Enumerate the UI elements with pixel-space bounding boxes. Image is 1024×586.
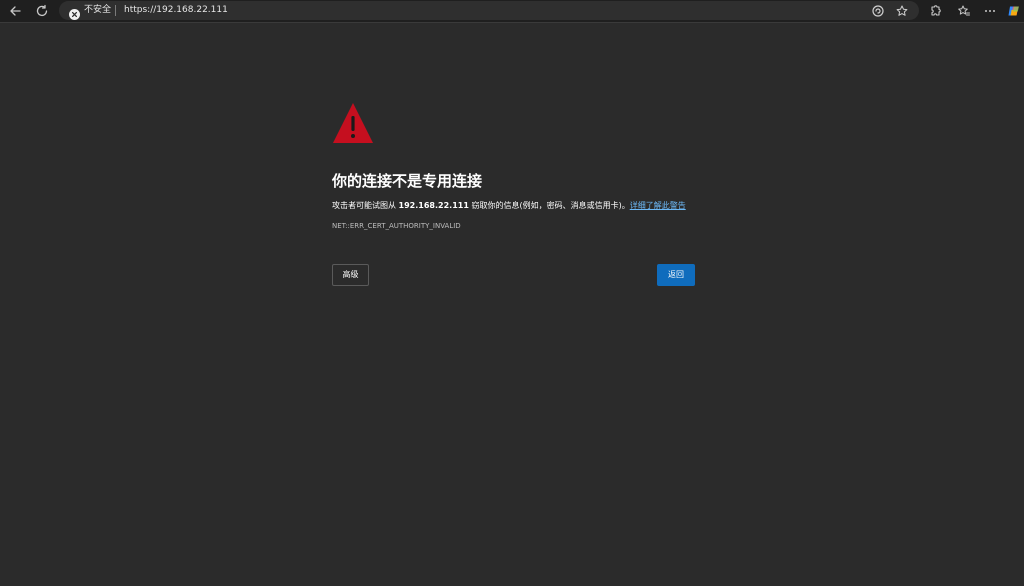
favorites-icon[interactable]: [955, 2, 973, 20]
warning-icon: [332, 102, 374, 144]
read-aloud-icon[interactable]: [870, 3, 885, 18]
page-title: 你的连接不是专用连接: [332, 172, 483, 190]
not-secure-icon[interactable]: [69, 5, 80, 20]
host-name: 192.168.22.111: [398, 201, 469, 210]
refresh-icon[interactable]: [33, 2, 51, 20]
address-divider: [115, 5, 116, 16]
warning-dot: [351, 134, 355, 138]
advanced-button[interactable]: 高级: [332, 264, 369, 286]
learn-more-link[interactable]: 详细了解此警告: [630, 201, 686, 210]
message-suffix: 窃取你的信息(例如，密码、消息或信用卡)。: [471, 201, 630, 210]
warning-exclamation: [351, 116, 355, 131]
extensions-icon[interactable]: [926, 2, 944, 20]
address-bar[interactable]: 不安全 https://192.168.22.111: [59, 1, 919, 20]
url-text[interactable]: https://192.168.22.111: [124, 4, 228, 16]
error-code: NET::ERR_CERT_AUTHORITY_INVALID: [332, 222, 461, 230]
browser-toolbar: 不安全 https://192.168.22.111: [0, 0, 1024, 23]
more-icon[interactable]: [981, 2, 999, 20]
copilot-icon[interactable]: [1005, 2, 1023, 20]
message-prefix: 攻击者可能试图从: [332, 201, 396, 210]
star-icon[interactable]: [894, 3, 909, 18]
back-button[interactable]: 返回: [657, 264, 695, 286]
back-arrow-icon[interactable]: [6, 2, 24, 20]
error-message: 攻击者可能试图从 192.168.22.111 窃取你的信息(例如，密码、消息或…: [332, 200, 712, 212]
security-label[interactable]: 不安全: [84, 4, 111, 16]
